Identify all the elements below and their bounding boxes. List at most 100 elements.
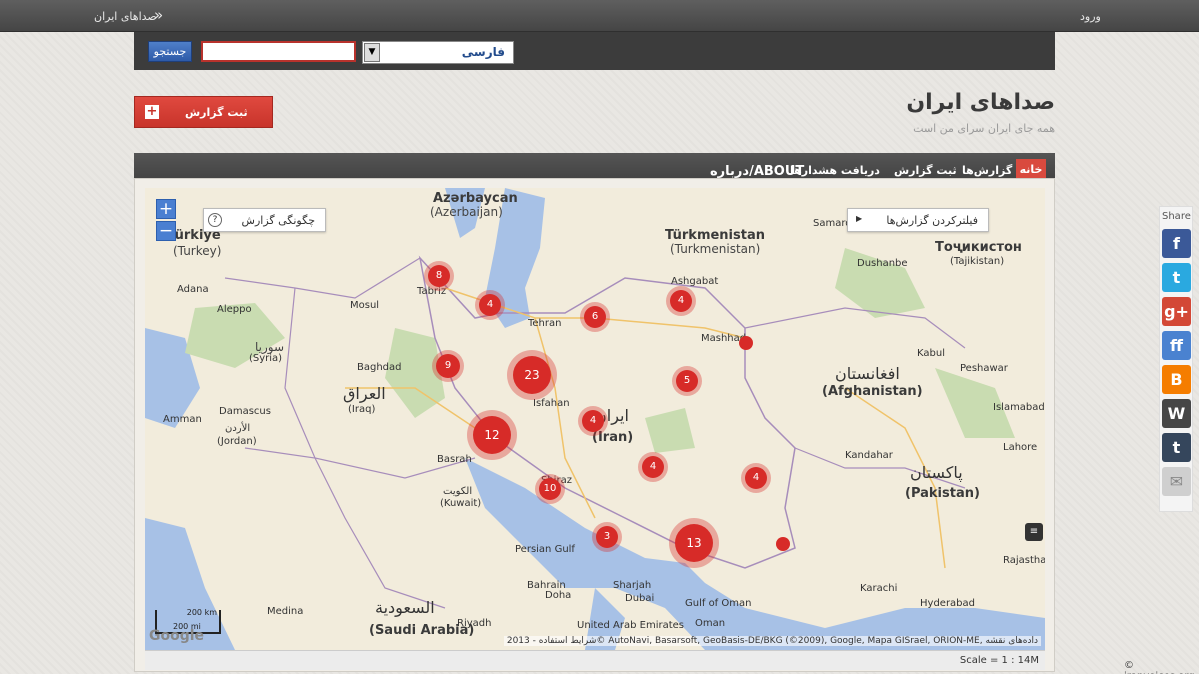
report-cluster[interactable]: 4 xyxy=(479,294,501,316)
map-status-bar: Scale = 1 : 14M xyxy=(145,650,1045,670)
language-select[interactable]: ▼ فارسی xyxy=(362,41,514,64)
image-credit: © iranvoices.org xyxy=(1124,660,1195,674)
report-cluster[interactable]: 4 xyxy=(582,410,604,432)
how-to-report-button[interactable]: ? چگونگی گزارش xyxy=(203,208,326,232)
share-panel: Share f t g+ ff B Wt ✉ xyxy=(1159,206,1193,512)
twitter-icon[interactable]: t xyxy=(1162,263,1191,292)
map-label-afghanistan-sub: (Afghanistan) xyxy=(822,384,923,399)
report-cluster[interactable]: 13 xyxy=(675,524,713,562)
email-icon[interactable]: ✉ xyxy=(1162,467,1191,496)
map-label-pakistan-sub: (Pakistan) xyxy=(905,486,980,501)
map-label-aleppo: Aleppo xyxy=(217,304,252,315)
map-label-islamabad: Islamabad xyxy=(993,402,1045,413)
map-label-doha: Doha xyxy=(545,590,572,601)
map-label-iran-sub: (Iran) xyxy=(592,430,634,445)
map-label-turkey-sub: (Turkey) xyxy=(173,244,222,258)
map-label-mosul: Mosul xyxy=(350,300,380,311)
map-label-iraq-sub: (Iraq) xyxy=(348,404,376,415)
search-input[interactable] xyxy=(201,41,356,62)
map-label-dubai: Dubai xyxy=(625,593,655,604)
report-cluster[interactable]: 3 xyxy=(596,526,618,548)
map-label-hyderabad: Hyderabad xyxy=(920,598,975,609)
map-label-isfahan: Isfahan xyxy=(533,398,570,409)
page-title: صداهای ایران xyxy=(906,90,1055,115)
report-cluster[interactable]: 4 xyxy=(745,467,767,489)
map-label-karachi: Karachi xyxy=(860,583,898,594)
map-label-uae: United Arab Emirates xyxy=(577,620,685,631)
map-label-sharjah: Sharjah xyxy=(613,580,652,591)
map-label-turkmenistan: Türkmenistan xyxy=(665,228,765,243)
report-marker[interactable] xyxy=(776,537,790,551)
map-label-kuwait: الكويت xyxy=(443,486,473,497)
map-label-baghdad: Baghdad xyxy=(357,362,402,373)
report-cluster[interactable]: 8 xyxy=(428,265,450,287)
search-button[interactable]: جستجو xyxy=(148,41,192,62)
nav-item-reports[interactable]: گزارش‌ها xyxy=(962,164,1012,177)
login-link[interactable]: ورود xyxy=(1080,10,1101,23)
map-label-saudi-arabia: السعودية xyxy=(375,598,435,617)
report-cluster[interactable]: 4 xyxy=(670,290,692,312)
zoom-in-button[interactable]: + xyxy=(156,199,176,219)
map-label-tajikistan: Тоҷикистон xyxy=(935,240,1022,255)
google-plus-icon[interactable]: g+ xyxy=(1162,297,1191,326)
map-label-adana: Adana xyxy=(177,284,209,295)
map-label-afghanistan: افغانستان xyxy=(835,364,900,383)
report-cluster[interactable]: 6 xyxy=(584,306,606,328)
map-label-persian-gulf: Persian Gulf xyxy=(515,544,575,555)
triangle-right-icon: ▶ xyxy=(856,214,863,223)
map-label-syria: سوريا xyxy=(255,340,285,354)
map-label-lahore: Lahore xyxy=(1003,442,1038,453)
layers-icon[interactable]: ≡ xyxy=(1025,523,1043,541)
map-label-kandahar: Kandahar xyxy=(845,450,893,461)
submit-report-button[interactable]: + ثبت گزارش xyxy=(134,96,273,128)
nav-item-submit-report[interactable]: ثبت گزارش xyxy=(894,164,957,177)
map-label-ashgabat: Ashgabat xyxy=(671,276,719,287)
how-to-report-label: چگونگی گزارش xyxy=(241,214,315,227)
report-marker[interactable] xyxy=(739,336,753,350)
report-cluster[interactable]: 10 xyxy=(539,478,561,500)
map-scale-label: Scale = 1 : 14M xyxy=(959,655,1039,666)
google-logo: Google xyxy=(149,628,205,644)
map-label-tabriz: Tabriz xyxy=(417,286,447,297)
map-label-amman: Amman xyxy=(163,414,202,425)
report-cluster[interactable]: 4 xyxy=(642,456,664,478)
blogger-icon[interactable]: B xyxy=(1162,365,1191,394)
map-label-tehran: Tehran xyxy=(528,318,562,329)
map-label-tajikistan-sub: (Tajikistan) xyxy=(950,256,1005,267)
site-name-link[interactable]: صداهای ایران xyxy=(94,10,157,23)
map-label-kuwait-sub: (Kuwait) xyxy=(440,498,482,509)
report-cluster[interactable]: 12 xyxy=(473,416,511,454)
map-label-damascus: Damascus xyxy=(219,406,271,417)
tumblr-icon[interactable]: t xyxy=(1162,433,1191,462)
report-cluster[interactable]: 5 xyxy=(676,370,698,392)
map-label-kabul: Kabul xyxy=(917,348,945,359)
map-label-medina: Medina xyxy=(267,606,304,617)
nav-item-about[interactable]: درباره/ABOUT xyxy=(710,164,804,179)
share-label: Share xyxy=(1162,211,1191,222)
report-cluster[interactable]: 23 xyxy=(513,356,551,394)
facebook-icon[interactable]: f xyxy=(1162,229,1191,258)
scale-km-label: 200 km xyxy=(186,608,217,617)
search-bar: جستجو ▼ فارسی xyxy=(134,32,1055,70)
map-label-syria-sub: (Syria) xyxy=(249,353,283,364)
filter-reports-button[interactable]: ▶ فیلترکردن گزارش‌ها xyxy=(847,208,989,232)
map-label-riyadh: Riyadh xyxy=(457,618,492,629)
site-tagline: همه جای ایران سرای من است xyxy=(913,122,1055,135)
friendfeed-icon[interactable]: ff xyxy=(1162,331,1191,360)
map-attribution[interactable]: شرایط استفاده - 2013© AutoNavi, Basarsof… xyxy=(503,636,1041,646)
map-label-peshawar: Peshawar xyxy=(960,363,1008,374)
dropdown-arrow-icon[interactable]: ▼ xyxy=(364,43,380,62)
report-cluster[interactable]: 9 xyxy=(436,354,460,378)
map-label-azerbaijan: Azərbaycan xyxy=(433,191,518,206)
wordpress-icon[interactable]: W xyxy=(1162,399,1191,428)
map-label-rajasthan: Rajastha xyxy=(1003,555,1045,566)
map-label-pakistan: پاکستان xyxy=(910,463,963,482)
submit-report-label: ثبت گزارش xyxy=(185,106,248,119)
map-label-dushanbe: Dushanbe xyxy=(857,258,908,269)
map-label-jordan: الأردن xyxy=(225,423,251,434)
zoom-out-button[interactable]: − xyxy=(156,221,176,241)
map-label-basrah: Basrah xyxy=(437,454,472,465)
filter-reports-label: فیلترکردن گزارش‌ها xyxy=(886,214,978,227)
map-label-gulf-of-oman: Gulf of Oman xyxy=(685,598,752,609)
map-canvas[interactable]: Azərbaycan (Azerbaijan) Türkmenistan (Tu… xyxy=(145,188,1045,650)
